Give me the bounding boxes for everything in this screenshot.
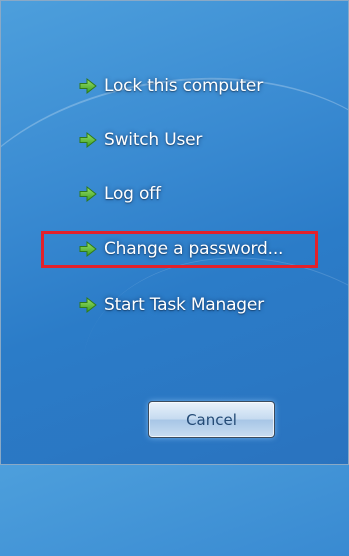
menu-item-label: Start Task Manager — [104, 295, 264, 315]
green-arrow-icon — [79, 77, 97, 95]
background-sheen-lower — [56, 225, 349, 556]
green-arrow-icon — [79, 131, 97, 149]
green-arrow-icon — [79, 296, 97, 314]
menu-item-start-task-manager[interactable]: Start Task Manager — [78, 295, 264, 315]
green-arrow-icon — [79, 185, 97, 203]
menu-item-switch-user[interactable]: Switch User — [78, 130, 202, 150]
menu-item-label: Lock this computer — [104, 76, 263, 96]
menu-item-label: Log off — [104, 184, 161, 204]
menu-item-label: Switch User — [104, 130, 203, 150]
menu-item-lock-this-computer[interactable]: Lock this computer — [78, 76, 263, 96]
cancel-button[interactable]: Cancel — [148, 401, 275, 438]
highlight-box — [41, 231, 318, 268]
menu-item-log-off[interactable]: Log off — [78, 184, 161, 204]
